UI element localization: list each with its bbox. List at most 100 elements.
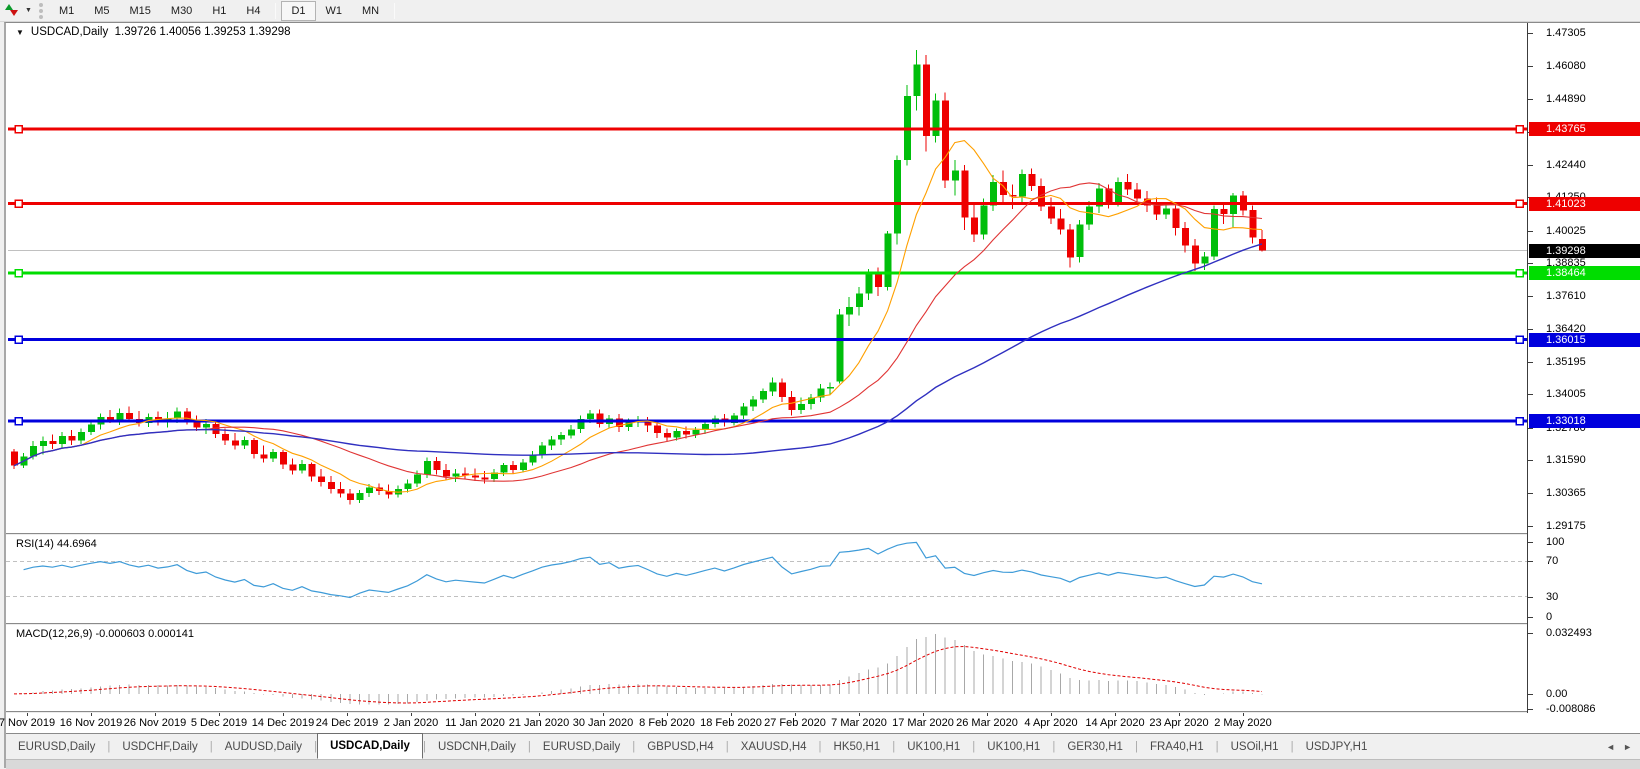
timeframe-button-m5[interactable]: M5 (84, 1, 119, 21)
timeframe-button-d1[interactable]: D1 (281, 1, 315, 21)
date-tick-mark (987, 713, 988, 716)
date-tick-mark (347, 713, 348, 716)
hline-handle[interactable] (1516, 200, 1523, 207)
hline-object-1.33018[interactable] (8, 418, 1527, 425)
chart-window: ▼ USDCAD,Daily 1.39726 1.40056 1.39253 1.… (4, 22, 1640, 768)
price-tick-label: 1.37610 (1546, 290, 1586, 302)
hline-object-1.36015[interactable] (8, 336, 1527, 343)
hline-handle[interactable] (1516, 418, 1523, 425)
price-tick-label: 1.31590 (1546, 454, 1586, 466)
hline-handle[interactable] (15, 200, 22, 207)
macd-indicator-panel[interactable] (6, 625, 1527, 711)
price-level-badge: 1.41023 (1529, 197, 1640, 211)
hline-handle[interactable] (15, 336, 22, 343)
tab-xauusd-h4[interactable]: XAUUSD,H4 (729, 734, 819, 759)
axis-tick-mark (1528, 709, 1533, 710)
hline-object-1.41023[interactable] (8, 200, 1527, 207)
price-tick-label: 1.35195 (1546, 356, 1586, 368)
axis-tick-mark (1528, 561, 1533, 562)
hline-handle[interactable] (1516, 270, 1523, 277)
price-level-badge: 1.36015 (1529, 333, 1640, 347)
tab-eurusd-daily[interactable]: EURUSD,Daily (6, 734, 107, 759)
axis-tick-mark (1528, 231, 1533, 232)
axis-tick-mark (1528, 694, 1533, 695)
tab-uk100-h1[interactable]: UK100,H1 (975, 734, 1052, 759)
main-price-chart[interactable] (6, 23, 1527, 533)
timeframe-button-h4[interactable]: H4 (236, 1, 270, 21)
date-tick-mark (667, 713, 668, 716)
macd-tick-label: 0.032493 (1546, 627, 1592, 639)
date-label: 4 Apr 2020 (1024, 717, 1077, 729)
date-label: 18 Feb 2020 (700, 717, 762, 729)
axis-tick-mark (1528, 428, 1533, 429)
toolbar-grip[interactable] (39, 3, 43, 19)
date-tick-mark (731, 713, 732, 716)
date-label: 11 Jan 2020 (445, 717, 505, 729)
price-level-badge: 1.33018 (1529, 414, 1640, 428)
tab-hk50-h1[interactable]: HK50,H1 (822, 734, 893, 759)
date-label: 23 Apr 2020 (1149, 717, 1208, 729)
tab-usdcnh-daily[interactable]: USDCNH,Daily (426, 734, 528, 759)
date-tick-mark (27, 713, 28, 716)
date-label: 14 Apr 2020 (1085, 717, 1144, 729)
date-label: 7 Mar 2020 (831, 717, 887, 729)
tab-ger30-h1[interactable]: GER30,H1 (1055, 734, 1135, 759)
date-axis[interactable]: 7 Nov 201916 Nov 201926 Nov 20195 Dec 20… (6, 713, 1640, 733)
hline-object-1.43765[interactable] (8, 126, 1527, 133)
rsi-tick-label: 70 (1546, 555, 1558, 567)
moving-average-21 (14, 183, 1262, 481)
axis-tick-mark (1528, 362, 1533, 363)
tab-eurusd-daily[interactable]: EURUSD,Daily (531, 734, 632, 759)
tab-scroll-right-icon[interactable]: ► (1623, 742, 1632, 752)
toolbar-separator (394, 3, 395, 19)
hline-handle[interactable] (1516, 336, 1523, 343)
axis-tick-mark (1528, 329, 1533, 330)
tab-usoil-h1[interactable]: USOil,H1 (1219, 734, 1291, 759)
tab-scroll-left-icon[interactable]: ◄ (1606, 742, 1615, 752)
axis-tick-mark (1528, 617, 1533, 618)
axis-tick-mark (1528, 263, 1533, 264)
timeframe-button-m1[interactable]: M1 (49, 1, 84, 21)
chart-symbol-label: USDCAD,Daily (31, 26, 108, 38)
date-label: 26 Nov 2019 (124, 717, 186, 729)
date-tick-mark (91, 713, 92, 716)
timeframe-button-h1[interactable]: H1 (202, 1, 236, 21)
chevron-down-icon[interactable]: ▼ (25, 7, 32, 14)
price-tick-label: 1.44890 (1546, 93, 1586, 105)
tab-fra40-h1[interactable]: FRA40,H1 (1138, 734, 1216, 759)
moving-average-8 (14, 141, 1262, 493)
price-level-badge: 1.43765 (1529, 122, 1640, 136)
tab-usdjpy-h1[interactable]: USDJPY,H1 (1294, 734, 1380, 759)
timeframe-button-w1[interactable]: W1 (316, 1, 353, 21)
tab-uk100-h1[interactable]: UK100,H1 (895, 734, 972, 759)
timeframe-button-m15[interactable]: M15 (120, 1, 161, 21)
tab-gbpusd-h4[interactable]: GBPUSD,H4 (635, 734, 725, 759)
price-tick-label: 1.34005 (1546, 388, 1586, 400)
price-axis[interactable]: 1.473051.460801.448901.436651.424401.412… (1527, 23, 1640, 713)
date-tick-mark (1051, 713, 1052, 716)
toolbar-separator (275, 3, 276, 19)
date-label: 30 Jan 2020 (573, 717, 634, 729)
hline-handle[interactable] (15, 270, 22, 277)
moving-average-55 (14, 244, 1262, 466)
rsi-indicator-panel[interactable] (6, 535, 1527, 623)
hline-object-1.38464[interactable] (8, 270, 1527, 277)
date-label: 17 Mar 2020 (892, 717, 954, 729)
axis-tick-mark (1528, 633, 1533, 634)
tab-audusd-daily[interactable]: AUDUSD,Daily (213, 734, 314, 759)
collapse-caret-icon[interactable]: ▼ (16, 28, 24, 37)
timeframe-button-m30[interactable]: M30 (161, 1, 202, 21)
tab-usdcad-daily[interactable]: USDCAD,Daily (317, 733, 423, 759)
tab-usdchf-daily[interactable]: USDCHF,Daily (110, 734, 209, 759)
axis-tick-mark (1528, 460, 1533, 461)
timeframe-button-mn[interactable]: MN (352, 1, 389, 21)
hline-handle[interactable] (15, 126, 22, 133)
hline-handle[interactable] (15, 418, 22, 425)
chart-ohlc-values: 1.39726 1.40056 1.39253 1.39298 (115, 26, 291, 38)
date-label: 14 Dec 2019 (252, 717, 314, 729)
rsi-tick-label: 100 (1546, 536, 1564, 548)
hline-handle[interactable] (1516, 126, 1523, 133)
date-label: 8 Feb 2020 (639, 717, 695, 729)
date-label: 21 Jan 2020 (509, 717, 570, 729)
chart-cursor-icon[interactable] (3, 3, 23, 19)
